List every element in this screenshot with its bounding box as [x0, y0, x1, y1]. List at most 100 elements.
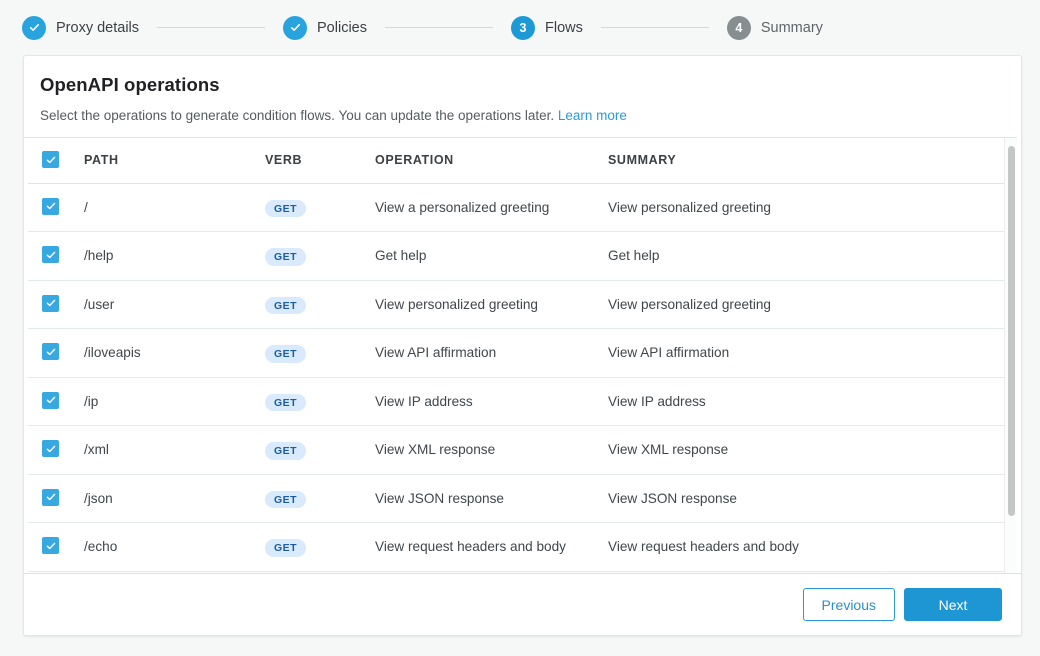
operations-table-scroll-area: PATH VERB OPERATION SUMMARY /GETView a p… [24, 137, 1017, 573]
table-body: /GETView a personalized greetingView per… [28, 183, 1010, 573]
cell-path: /user [84, 280, 265, 329]
table-row[interactable]: /ipGET View IP addressView IP address [28, 377, 1010, 426]
row-checkbox[interactable] [42, 440, 59, 457]
verb-badge: GET [265, 200, 306, 218]
cell-path: /ip [84, 377, 265, 426]
cell-summary: View personalized greeting [608, 280, 1010, 329]
row-checkbox-cell [28, 474, 84, 523]
step-proxy-details[interactable]: Proxy details [22, 16, 139, 40]
cell-verb: GET [265, 183, 375, 232]
select-all-checkbox[interactable] [42, 151, 59, 168]
cell-path: / [84, 183, 265, 232]
row-checkbox[interactable] [42, 246, 59, 263]
card-footer: Previous Next [24, 573, 1021, 635]
step-label: Flows [545, 20, 583, 36]
select-all-cell [28, 138, 84, 183]
page-title: OpenAPI operations [40, 74, 1005, 96]
operations-table: PATH VERB OPERATION SUMMARY /GETView a p… [28, 138, 1010, 573]
table-header-row: PATH VERB OPERATION SUMMARY [28, 138, 1010, 183]
card-description: Select the operations to generate condit… [40, 108, 1005, 123]
verb-badge: GET [265, 345, 306, 363]
cell-path: /json [84, 474, 265, 523]
row-checkbox[interactable] [42, 392, 59, 409]
cell-path: /echo [84, 571, 265, 573]
row-checkbox[interactable] [42, 343, 59, 360]
step-check-icon [283, 16, 307, 40]
row-checkbox[interactable] [42, 295, 59, 312]
step-number: 3 [511, 16, 535, 40]
cell-path: /xml [84, 426, 265, 475]
column-header-verb[interactable]: VERB [265, 138, 375, 183]
cell-summary: View request headers and body [608, 523, 1010, 572]
learn-more-link[interactable]: Learn more [558, 108, 627, 123]
table-scrollbar-thumb[interactable] [1008, 146, 1015, 516]
step-connector [385, 27, 493, 28]
row-checkbox-cell [28, 426, 84, 475]
cell-operation: View IP address [375, 377, 608, 426]
card-header: OpenAPI operations Select the operations… [24, 56, 1021, 137]
verb-badge: GET [265, 394, 306, 412]
cell-verb: GET [265, 232, 375, 281]
step-label: Summary [761, 20, 823, 36]
cell-verb: POST [265, 571, 375, 573]
card-description-text: Select the operations to generate condit… [40, 108, 554, 123]
table-row[interactable]: /jsonGET View JSON responseView JSON resp… [28, 474, 1010, 523]
cell-operation: View API affirmation [375, 329, 608, 378]
cell-verb: GET [265, 280, 375, 329]
column-header-summary[interactable]: SUMMARY [608, 138, 1010, 183]
verb-badge: GET [265, 442, 306, 460]
table-row[interactable]: /xmlGETView XML responseView XML respons… [28, 426, 1010, 475]
step-summary[interactable]: 4 Summary [727, 16, 823, 40]
cell-path: /help [84, 232, 265, 281]
cell-verb: GET [265, 474, 375, 523]
table-row[interactable]: /userGET View personalized greetingView p… [28, 280, 1010, 329]
row-checkbox-cell [28, 329, 84, 378]
verb-badge: GET [265, 297, 306, 315]
table-row[interactable]: /GETView a personalized greetingView per… [28, 183, 1010, 232]
cell-summary: View API affirmation [608, 329, 1010, 378]
cell-operation: View a personalized greeting [375, 183, 608, 232]
row-checkbox[interactable] [42, 489, 59, 506]
row-checkbox[interactable] [42, 198, 59, 215]
cell-summary: Get help [608, 232, 1010, 281]
verb-badge: GET [265, 491, 306, 509]
step-check-icon [22, 16, 46, 40]
cell-operation: Get help [375, 232, 608, 281]
table-header: PATH VERB OPERATION SUMMARY [28, 138, 1010, 183]
cell-summary: View IP address [608, 377, 1010, 426]
cell-verb: GET [265, 377, 375, 426]
row-checkbox-cell [28, 571, 84, 573]
cell-verb: GET [265, 523, 375, 572]
step-number: 4 [727, 16, 751, 40]
cell-operation: View request headers and body [375, 523, 608, 572]
previous-button[interactable]: Previous [803, 588, 895, 621]
cell-operation: View personalized greeting [375, 280, 608, 329]
cell-operation: View JSON response [375, 474, 608, 523]
row-checkbox-cell [28, 183, 84, 232]
table-row[interactable]: /iloveapisGET View API affirmationView AP… [28, 329, 1010, 378]
column-header-operation[interactable]: OPERATION [375, 138, 608, 183]
next-button[interactable]: Next [904, 588, 1002, 621]
step-policies[interactable]: Policies [283, 16, 367, 40]
table-row[interactable]: /echoPOSTSend request and view request h… [28, 571, 1010, 573]
row-checkbox-cell [28, 232, 84, 281]
row-checkbox-cell [28, 377, 84, 426]
step-connector [157, 27, 265, 28]
table-row[interactable]: /echo GET View request headers and bodyVie… [28, 523, 1010, 572]
cell-summary: Send request and view request headers an… [608, 571, 1010, 573]
row-checkbox[interactable] [42, 537, 59, 554]
cell-operation: View XML response [375, 426, 608, 475]
column-header-path[interactable]: PATH [84, 138, 265, 183]
openapi-operations-card: OpenAPI operations Select the operations… [23, 55, 1022, 636]
cell-operation: Send request and view request headers an… [375, 571, 608, 573]
table-scrollbar-track[interactable] [1004, 138, 1017, 573]
cell-verb: GET [265, 426, 375, 475]
verb-badge: GET [265, 539, 306, 557]
cell-path: /iloveapis [84, 329, 265, 378]
table-row[interactable]: /helpGETGet helpGet help [28, 232, 1010, 281]
step-connector [601, 27, 709, 28]
step-flows[interactable]: 3 Flows [511, 16, 583, 40]
row-checkbox-cell [28, 280, 84, 329]
step-label: Proxy details [56, 20, 139, 36]
cell-summary: View JSON response [608, 474, 1010, 523]
